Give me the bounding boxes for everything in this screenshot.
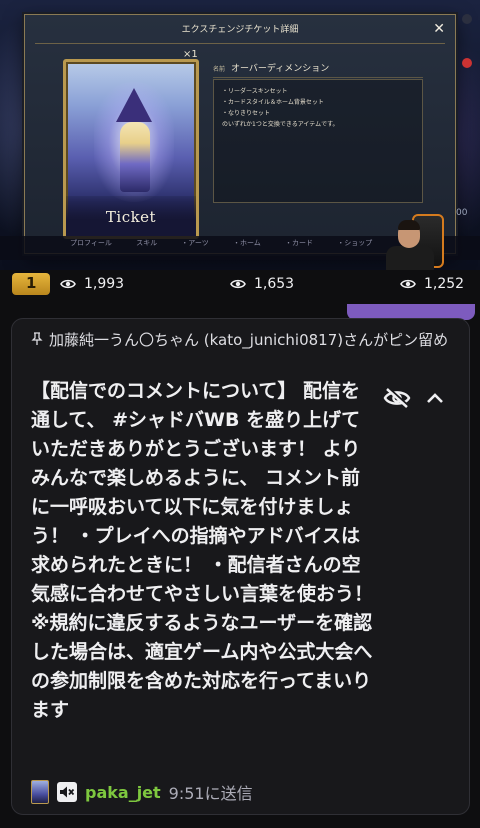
pinned-message-text: 【配信でのコメントについて】 配信を通して、 #シャドバWB を盛り上げていただ… (31, 380, 374, 721)
description-line: のいずれか1つと交換できるアイテムです。 (222, 121, 339, 128)
rank-number: 1 (26, 274, 37, 292)
hide-pinned-button[interactable] (382, 383, 412, 413)
game-tabs: プロフィール スキル ・アーツ ・ホーム ・カード ・ショップ (70, 239, 373, 247)
viewer-stats-bar: 1 1,993 1,653 1,252 (0, 270, 480, 302)
dialog-divider (35, 43, 445, 44)
viewer-count-text: 1,653 (254, 276, 295, 292)
eye-icon (400, 279, 416, 289)
item-name-row: 名前 オーバーディメンション (213, 61, 329, 74)
description-line: ・リーダースキンセット (222, 88, 288, 95)
description-line: ・なりきりセット (222, 110, 271, 117)
dialog-title: エクスチェンジチケット詳細 (181, 25, 299, 35)
name-label: 名前 (213, 66, 226, 73)
pinned-by-header: 加藤純一うん〇ちゃん (kato_junichi0817)さんがピン留め (31, 329, 451, 352)
mute-icon[interactable] (57, 782, 77, 802)
pinned-message-card: 加藤純一うん〇ちゃん (kato_junichi0817)さんがピン留め 【配信… (11, 318, 470, 815)
rank-badge[interactable]: 1 (12, 273, 50, 295)
viewer-count-1: 1,993 (60, 276, 124, 292)
avatar[interactable] (31, 780, 49, 804)
streamer-webcam (382, 208, 448, 270)
viewer-count-text: 1,993 (84, 276, 125, 292)
eye-off-icon (383, 387, 411, 408)
viewer-count-text: 1,252 (424, 276, 465, 292)
pin-icon (31, 332, 43, 345)
eye-icon (230, 279, 246, 289)
item-description: ・リーダースキンセット ・カードスタイル＆ホーム背景セット ・なりきりセット の… (213, 79, 423, 203)
game-side-number: 00 (456, 208, 468, 218)
message-sent-time: 9:51に送信 (168, 784, 253, 803)
message-username[interactable]: paka_jet (85, 783, 161, 802)
stream-video[interactable]: エクスチェンジチケット詳細 ✕ ×1 Ticket 名前 オーバーディメンション … (0, 0, 480, 270)
viewer-count-2: 1,653 (230, 276, 294, 292)
item-name: オーバーディメンション (231, 64, 330, 74)
game-ui-button (462, 14, 472, 24)
ticket-card-label: Ticket (105, 208, 157, 226)
description-line: ・カードスタイル＆ホーム背景セット (222, 99, 324, 106)
ticket-card-image: Ticket (63, 59, 199, 239)
message-footer: paka_jet 9:51に送信 (31, 779, 253, 805)
viewer-count-3: 1,252 (400, 276, 464, 292)
pinned-by-text: 加藤純一うん〇ちゃん (kato_junichi0817)さんがピン留め (49, 331, 449, 349)
collapse-pinned-button[interactable] (420, 383, 450, 413)
chevron-up-icon (427, 393, 443, 403)
eye-icon (60, 279, 76, 289)
close-icon: ✕ (433, 21, 445, 37)
notification-dot (462, 58, 472, 68)
